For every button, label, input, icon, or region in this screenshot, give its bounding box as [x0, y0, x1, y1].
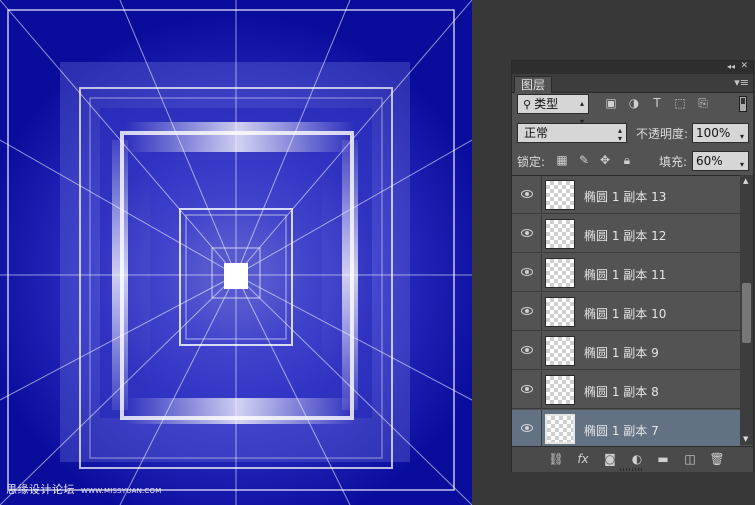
watermark-main: 思缘设计论坛 — [6, 483, 75, 496]
divider — [541, 332, 542, 370]
layer-name: 椭圆 1 副本 13 — [584, 190, 667, 204]
layer-thumbnail — [545, 375, 575, 405]
layers-list: 椭圆 1 副本 13 椭圆 1 副本 12 椭圆 1 副本 11 椭圆 1 副本… — [512, 175, 740, 446]
divider — [541, 176, 542, 214]
adjustment-filter-icon[interactable]: ◑ — [627, 96, 641, 110]
layer-row[interactable]: 椭圆 1 副本 9 — [512, 332, 740, 370]
layers-scrollbar[interactable]: ▲ ▼ — [740, 175, 753, 445]
delete-layer-icon[interactable]: 🗑︎ — [709, 452, 725, 466]
shape-filter-icon[interactable]: ⬚ — [673, 96, 687, 110]
divider — [541, 410, 542, 446]
link-layers-icon[interactable]: ⛓ — [548, 452, 564, 466]
resize-grip[interactable] — [620, 468, 644, 471]
layer-row-selected[interactable]: 椭圆 1 副本 7 — [512, 410, 740, 446]
layer-name: 椭圆 1 副本 11 — [584, 268, 667, 282]
document-canvas[interactable]: 思缘设计论坛 WWW.MISSYUAN.COM — [0, 0, 472, 505]
divider — [541, 293, 542, 331]
fill-label: 填充: — [659, 155, 688, 169]
opacity-field[interactable]: 100% ▾ — [692, 123, 749, 143]
tunnel-artwork — [0, 0, 472, 505]
layer-name: 椭圆 1 副本 10 — [584, 307, 667, 321]
eye-icon[interactable] — [521, 229, 533, 237]
fill-field[interactable]: 60% ▾ — [692, 151, 749, 171]
chevron-down-icon[interactable]: ▾ — [740, 156, 744, 174]
eye-icon[interactable] — [521, 385, 533, 393]
filter-toggle-switch[interactable] — [739, 96, 747, 112]
layer-row[interactable]: 椭圆 1 副本 11 — [512, 254, 740, 292]
smart-object-filter-icon[interactable]: ⎘ — [696, 96, 710, 110]
watermark-text: 思缘设计论坛 WWW.MISSYUAN.COM — [6, 481, 161, 497]
layer-thumbnail — [545, 297, 575, 327]
lock-position-icon[interactable]: ✥ — [599, 154, 611, 166]
fill-value: 60% — [696, 154, 723, 168]
panel-footer: ⛓ fx ◙ ◐ ▬ ◫ 🗑︎ — [512, 446, 753, 472]
tab-layers[interactable]: 图层 — [514, 76, 553, 93]
layer-row[interactable]: 椭圆 1 副本 8 — [512, 371, 740, 409]
eye-icon[interactable] — [521, 307, 533, 315]
panel-menu-icon[interactable]: ▾≡ — [734, 76, 749, 89]
chevron-down-icon[interactable]: ▾ — [740, 128, 744, 146]
add-mask-icon[interactable]: ◙ — [602, 452, 618, 466]
layer-thumbnail — [545, 180, 575, 210]
scroll-thumb[interactable] — [742, 283, 751, 343]
fx-icon[interactable]: fx — [575, 452, 591, 466]
blend-mode-select[interactable]: 正常 ▴ ▾ — [517, 123, 627, 143]
layer-thumbnail — [545, 336, 575, 366]
new-layer-icon[interactable]: ◫ — [682, 452, 698, 466]
watermark-url: WWW.MISSYUAN.COM — [81, 487, 162, 495]
lock-image-icon[interactable]: ✎ — [578, 154, 590, 166]
scroll-down-icon[interactable]: ▼ — [743, 435, 748, 443]
lock-all-icon[interactable]: 🔒︎ — [621, 154, 633, 166]
text-filter-icon[interactable]: T — [650, 96, 664, 110]
close-panel-icon[interactable]: ✕ — [740, 61, 748, 71]
blend-mode-value: 正常 — [524, 126, 549, 140]
chevron-updown-icon: ▴ ▾ — [617, 126, 622, 143]
panel-tab-row: 图层 ▾≡ — [512, 74, 753, 93]
lock-transparent-icon[interactable]: ▦ — [556, 154, 568, 166]
opacity-value: 100% — [696, 126, 731, 140]
layers-panel: ◂◂ ✕ 图层 ▾≡ ⚲ 类型 ▴ ▾ ▣ ◑ T ⬚ ⎘ 正常 ▴ ▾ 不透明度: … — [511, 60, 754, 472]
new-group-icon[interactable]: ▬ — [655, 452, 671, 466]
divider — [541, 254, 542, 292]
layer-name: 椭圆 1 副本 8 — [584, 385, 659, 399]
collapse-panel-icon[interactable]: ◂◂ — [727, 62, 735, 71]
image-filter-icon[interactable]: ▣ — [604, 96, 618, 110]
eye-icon[interactable] — [521, 268, 533, 276]
layer-row[interactable]: 椭圆 1 副本 10 — [512, 293, 740, 331]
panel-title-bar[interactable]: ◂◂ ✕ — [512, 61, 753, 74]
layer-thumbnail — [545, 414, 575, 444]
eye-icon[interactable] — [521, 424, 533, 432]
layer-name: 椭圆 1 副本 9 — [584, 346, 659, 360]
layer-thumbnail — [545, 219, 575, 249]
layer-name: 椭圆 1 副本 12 — [584, 229, 667, 243]
opacity-label: 不透明度: — [636, 127, 689, 141]
layer-name: 椭圆 1 副本 7 — [584, 424, 659, 438]
filter-kind-label: 类型 — [534, 97, 559, 111]
search-icon: ⚲ — [523, 98, 532, 111]
eye-icon[interactable] — [521, 346, 533, 354]
lock-label: 锁定: — [517, 155, 546, 169]
divider — [541, 215, 542, 253]
new-adjustment-icon[interactable]: ◐ — [629, 452, 645, 466]
filter-kind-select[interactable]: ⚲ 类型 ▴ ▾ — [517, 94, 589, 126]
scroll-up-icon[interactable]: ▲ — [743, 177, 748, 185]
layer-thumbnail — [545, 258, 575, 288]
divider — [541, 371, 542, 409]
layer-row[interactable]: 椭圆 1 副本 12 — [512, 215, 740, 253]
eye-icon[interactable] — [521, 190, 533, 198]
layer-row[interactable]: 椭圆 1 副本 13 — [512, 176, 740, 214]
